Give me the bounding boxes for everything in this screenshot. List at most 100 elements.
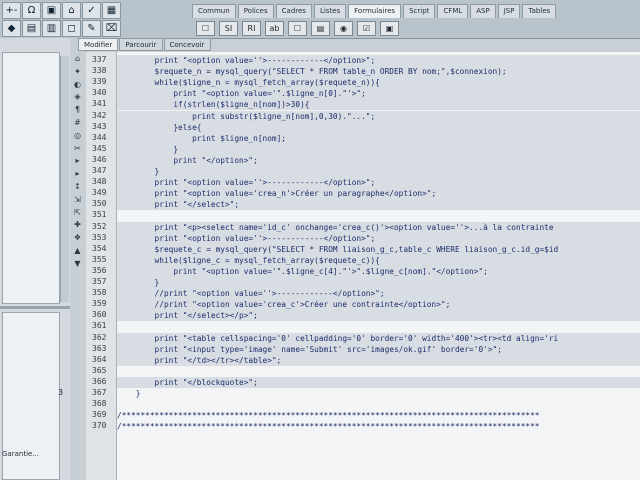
code-line[interactable] xyxy=(117,399,640,410)
strip-tool-icon-8[interactable]: ✂ xyxy=(72,144,83,153)
insert-tab-commun[interactable]: Commun xyxy=(192,4,236,18)
left-item-label[interactable]: Garantie... xyxy=(2,450,39,458)
code-line[interactable]: /***************************************… xyxy=(117,410,640,421)
strip-tool-icon-5[interactable]: ¶ xyxy=(72,105,83,114)
code-line[interactable]: print "</td></tr></table>"; xyxy=(117,354,640,366)
strip-tool-icon-11[interactable]: ↕ xyxy=(72,182,83,191)
toolbar-button-5[interactable]: ✓ xyxy=(82,2,101,19)
view-tab-concevoir[interactable]: Concevoir xyxy=(163,38,211,51)
code-line[interactable]: print "<input type='image' name='Submit'… xyxy=(117,343,640,355)
strip-tool-icon-1[interactable]: ⌂ xyxy=(72,54,83,63)
insert-tab-cadres[interactable]: Cadres xyxy=(275,4,312,18)
code-line[interactable]: print "</option>"; xyxy=(117,154,640,166)
insert-tab-listes[interactable]: Listes xyxy=(313,4,347,18)
strip-tool-icon-6[interactable]: # xyxy=(72,118,83,127)
line-number: 363 xyxy=(92,343,107,353)
insert-tab-jsp[interactable]: JSP xyxy=(497,4,521,18)
code-line[interactable]: print "</blockquote>"; xyxy=(117,376,640,388)
toolbar-button-8[interactable]: ▤ xyxy=(22,20,41,37)
strip-tool-icon-2[interactable]: ✦ xyxy=(72,67,83,76)
line-number: 344 xyxy=(92,132,107,142)
line-number: 343 xyxy=(92,121,107,131)
line-number: 356 xyxy=(92,265,107,275)
toolbar-button-6[interactable]: ▦ xyxy=(102,2,121,19)
toolbar-button-2[interactable]: Ω xyxy=(22,2,41,19)
form-tool-button-2[interactable]: SI xyxy=(219,21,238,36)
code-line[interactable]: //print "<option value=''>------------</… xyxy=(117,288,640,300)
view-tab-parcourir[interactable]: Parcourir xyxy=(119,38,163,51)
toolbar-button-12[interactable]: ⌧ xyxy=(102,20,121,37)
left-tree-pane[interactable] xyxy=(2,52,60,304)
toolbar-button-10[interactable]: ◻ xyxy=(62,20,81,37)
strip-tool-icon-7[interactable]: ◎ xyxy=(72,131,83,140)
strip-tool-icon-9[interactable]: ▸ xyxy=(72,156,83,165)
form-tool-button-1[interactable]: ☐ xyxy=(196,21,215,36)
strip-tool-icon-15[interactable]: ❖ xyxy=(72,233,83,242)
strip-tool-icon-12[interactable]: ⇲ xyxy=(72,195,83,204)
strip-tool-icon-4[interactable]: ◈ xyxy=(72,92,83,101)
strip-tool-icon-13[interactable]: ⇱ xyxy=(72,208,83,217)
code-editor[interactable]: print "<option value=''>------------</op… xyxy=(117,52,640,480)
line-number: 366 xyxy=(92,376,107,386)
form-tool-button-6[interactable]: ▤ xyxy=(311,21,330,36)
insert-tab-script[interactable]: Script xyxy=(403,4,436,18)
strip-tool-icon-14[interactable]: ✚ xyxy=(72,220,83,229)
code-line[interactable]: $requete_c = mysql_query("SELECT * FROM … xyxy=(117,243,640,255)
code-line[interactable]: print "<option value='".$ligne_c[4]."'>"… xyxy=(117,265,640,277)
line-number: 337 xyxy=(92,55,107,64)
strip-tool-icon-16[interactable]: ▲ xyxy=(72,246,83,255)
code-line[interactable]: }else{ xyxy=(117,121,640,133)
code-line[interactable]: print "<p><select name='id_c' onchange='… xyxy=(117,221,640,233)
form-tool-button-7[interactable]: ◉ xyxy=(334,21,353,36)
code-line[interactable]: $requete_n = mysql_query("SELECT * FROM … xyxy=(117,66,640,78)
code-line[interactable]: } xyxy=(117,166,640,177)
form-tool-button-4[interactable]: ab xyxy=(265,21,284,36)
code-line[interactable]: /***************************************… xyxy=(117,421,640,432)
code-line[interactable] xyxy=(117,210,640,221)
code-line[interactable]: print "<option value='crea_n'>Créer un p… xyxy=(117,188,640,200)
code-line[interactable]: while($ligne_n = mysql_fetch_array($requ… xyxy=(117,77,640,89)
insert-tab-asp[interactable]: ASP xyxy=(470,4,496,18)
form-tool-button-8[interactable]: ☑ xyxy=(357,21,376,36)
insert-tab-cfml[interactable]: CFML xyxy=(437,4,469,18)
code-line[interactable]: print substr($ligne_n[nom],0,30)."..."; xyxy=(117,110,640,122)
insert-tab-polices[interactable]: Polices xyxy=(237,4,274,18)
toolbar-button-4[interactable]: ⌂ xyxy=(62,2,81,19)
code-line[interactable]: print "</select>"; xyxy=(117,199,640,211)
line-number: 339 xyxy=(92,77,107,87)
code-line[interactable] xyxy=(117,321,640,332)
code-line[interactable]: } xyxy=(117,277,640,288)
strip-tool-icon-3[interactable]: ◐ xyxy=(72,80,83,89)
code-line[interactable]: print "<option value=''>------------</op… xyxy=(117,55,640,66)
form-tool-button-3[interactable]: RI xyxy=(242,21,261,36)
view-tab-modifier[interactable]: Modifier xyxy=(78,38,119,51)
code-line[interactable]: print $ligne_n[nom]; xyxy=(117,132,640,144)
toolbar-button-9[interactable]: ▥ xyxy=(42,20,61,37)
code-line[interactable] xyxy=(117,366,640,377)
code-line[interactable]: print "<table cellspacing='0' cellpaddin… xyxy=(117,332,640,344)
code-line[interactable]: if(strlen($ligne_n[nom])>30){ xyxy=(117,99,640,111)
insert-tab-tables[interactable]: Tables xyxy=(522,4,557,18)
line-number: 365 xyxy=(92,365,107,375)
code-line[interactable]: print "<option value=''>------------</op… xyxy=(117,232,640,244)
strip-tool-icon-10[interactable]: ▸ xyxy=(72,169,83,178)
code-line[interactable]: } xyxy=(117,143,640,155)
toolbar-button-3[interactable]: ▣ xyxy=(42,2,61,19)
insert-tab-formulaires[interactable]: Formulaires xyxy=(348,4,402,18)
toolbar-button-11[interactable]: ✎ xyxy=(82,20,101,37)
form-tools: ☐ SI RI ab ☐ ▤ ◉ ☑ ▣ xyxy=(196,21,399,36)
code-line[interactable]: print "</select></p>"; xyxy=(117,310,640,322)
form-tool-button-5[interactable]: ☐ xyxy=(288,21,307,36)
left-scrollbar[interactable] xyxy=(60,56,69,302)
panel-splitter[interactable] xyxy=(0,306,70,309)
strip-tool-icon-17[interactable]: ▼ xyxy=(72,259,83,268)
code-line[interactable]: print "<option value='".$ligne_n[0]."'>"… xyxy=(117,88,640,100)
toolbar-button-1[interactable]: +- xyxy=(2,2,21,19)
form-tool-button-9[interactable]: ▣ xyxy=(380,21,399,36)
code-line[interactable]: print "<option value=''>------------</op… xyxy=(117,177,640,189)
code-line[interactable]: //print "<option value='crea_c'>Créer un… xyxy=(117,299,640,311)
toolbar-button-7[interactable]: ◆ xyxy=(2,20,21,37)
code-line[interactable]: } xyxy=(117,388,640,399)
line-number: 345 xyxy=(92,143,107,153)
code-line[interactable]: while($ligne_c = mysql_fetch_array($requ… xyxy=(117,254,640,266)
